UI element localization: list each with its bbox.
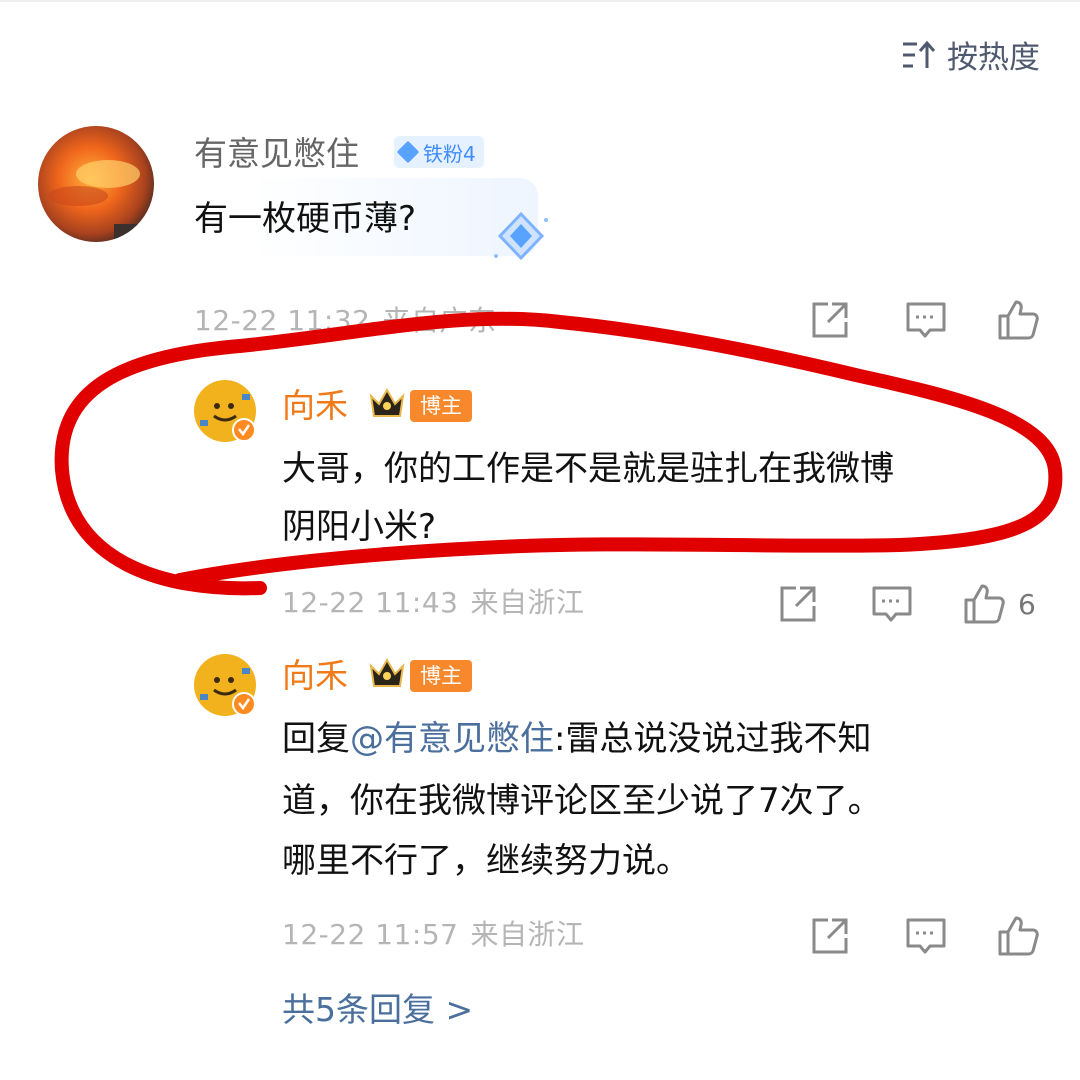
reply-username[interactable]: 向禾: [282, 656, 348, 696]
reply-meta: 12-22 11:43 来自浙江: [282, 586, 584, 620]
reply-text-segment: :雷总说没说过我不知: [554, 719, 872, 759]
reply-text-line: 回复@有意见憋住:雷总说没说过我不知: [282, 710, 871, 768]
owner-avatar[interactable]: [194, 380, 256, 442]
commenter-username[interactable]: 有意见憋住: [194, 134, 359, 174]
reply-username[interactable]: 向禾: [282, 386, 348, 426]
comment-text: 有一枚硬币薄?: [194, 199, 417, 239]
top-divider: [0, 0, 1080, 2]
like-icon[interactable]: [996, 914, 1040, 958]
comment-icon[interactable]: [870, 582, 914, 626]
reply-meta: 12-22 11:57 来自浙江: [282, 918, 584, 952]
crown-icon: [369, 387, 405, 417]
reply-text-line: 道，你在我微博评论区至少说了7次了。: [282, 781, 882, 821]
reply-text-line: 阴阳小米?: [282, 507, 437, 547]
like-count: 6: [1018, 588, 1036, 621]
like-icon[interactable]: [962, 582, 1006, 626]
mention-link[interactable]: @有意见憋住: [350, 719, 554, 759]
reply-location: 来自浙江: [470, 586, 585, 619]
comment-meta: 12-22 11:32 来自广东: [194, 304, 496, 338]
share-icon[interactable]: [776, 582, 820, 626]
comment-icon[interactable]: [904, 914, 948, 958]
reply-prefix: 回复: [282, 719, 350, 759]
sort-label: 按热度: [947, 40, 1040, 76]
share-icon[interactable]: [808, 298, 852, 342]
diamond-icon: [396, 140, 420, 164]
comment-location: 来自广东: [382, 304, 497, 337]
fan-badge: 铁粉4: [394, 136, 484, 168]
owner-badge: 博主: [410, 390, 472, 422]
share-icon[interactable]: [808, 914, 852, 958]
reply-time: 12-22 11:43: [282, 586, 459, 619]
like-icon[interactable]: [996, 298, 1040, 342]
view-more-replies-link[interactable]: 共5条回复 >: [282, 990, 473, 1030]
user-avatar[interactable]: [38, 126, 154, 242]
crown-icon: [369, 657, 405, 687]
fan-badge-label: 铁粉4: [423, 141, 476, 166]
comment-time: 12-22 11:32: [194, 304, 371, 337]
reply-text-line: 大哥，你的工作是不是就是驻扎在我微博: [282, 449, 894, 489]
owner-badge: 博主: [410, 660, 472, 692]
reply-time: 12-22 11:57: [282, 918, 459, 951]
sort-icon: [903, 40, 935, 68]
reply-location: 来自浙江: [470, 918, 585, 951]
reply-text-line: 哪里不行了，继续努力说。: [282, 841, 690, 881]
sort-by-heat-button[interactable]: 按热度: [901, 32, 1040, 77]
comment-icon[interactable]: [904, 298, 948, 342]
diamond-icon: [494, 211, 548, 261]
owner-avatar[interactable]: [194, 654, 256, 716]
